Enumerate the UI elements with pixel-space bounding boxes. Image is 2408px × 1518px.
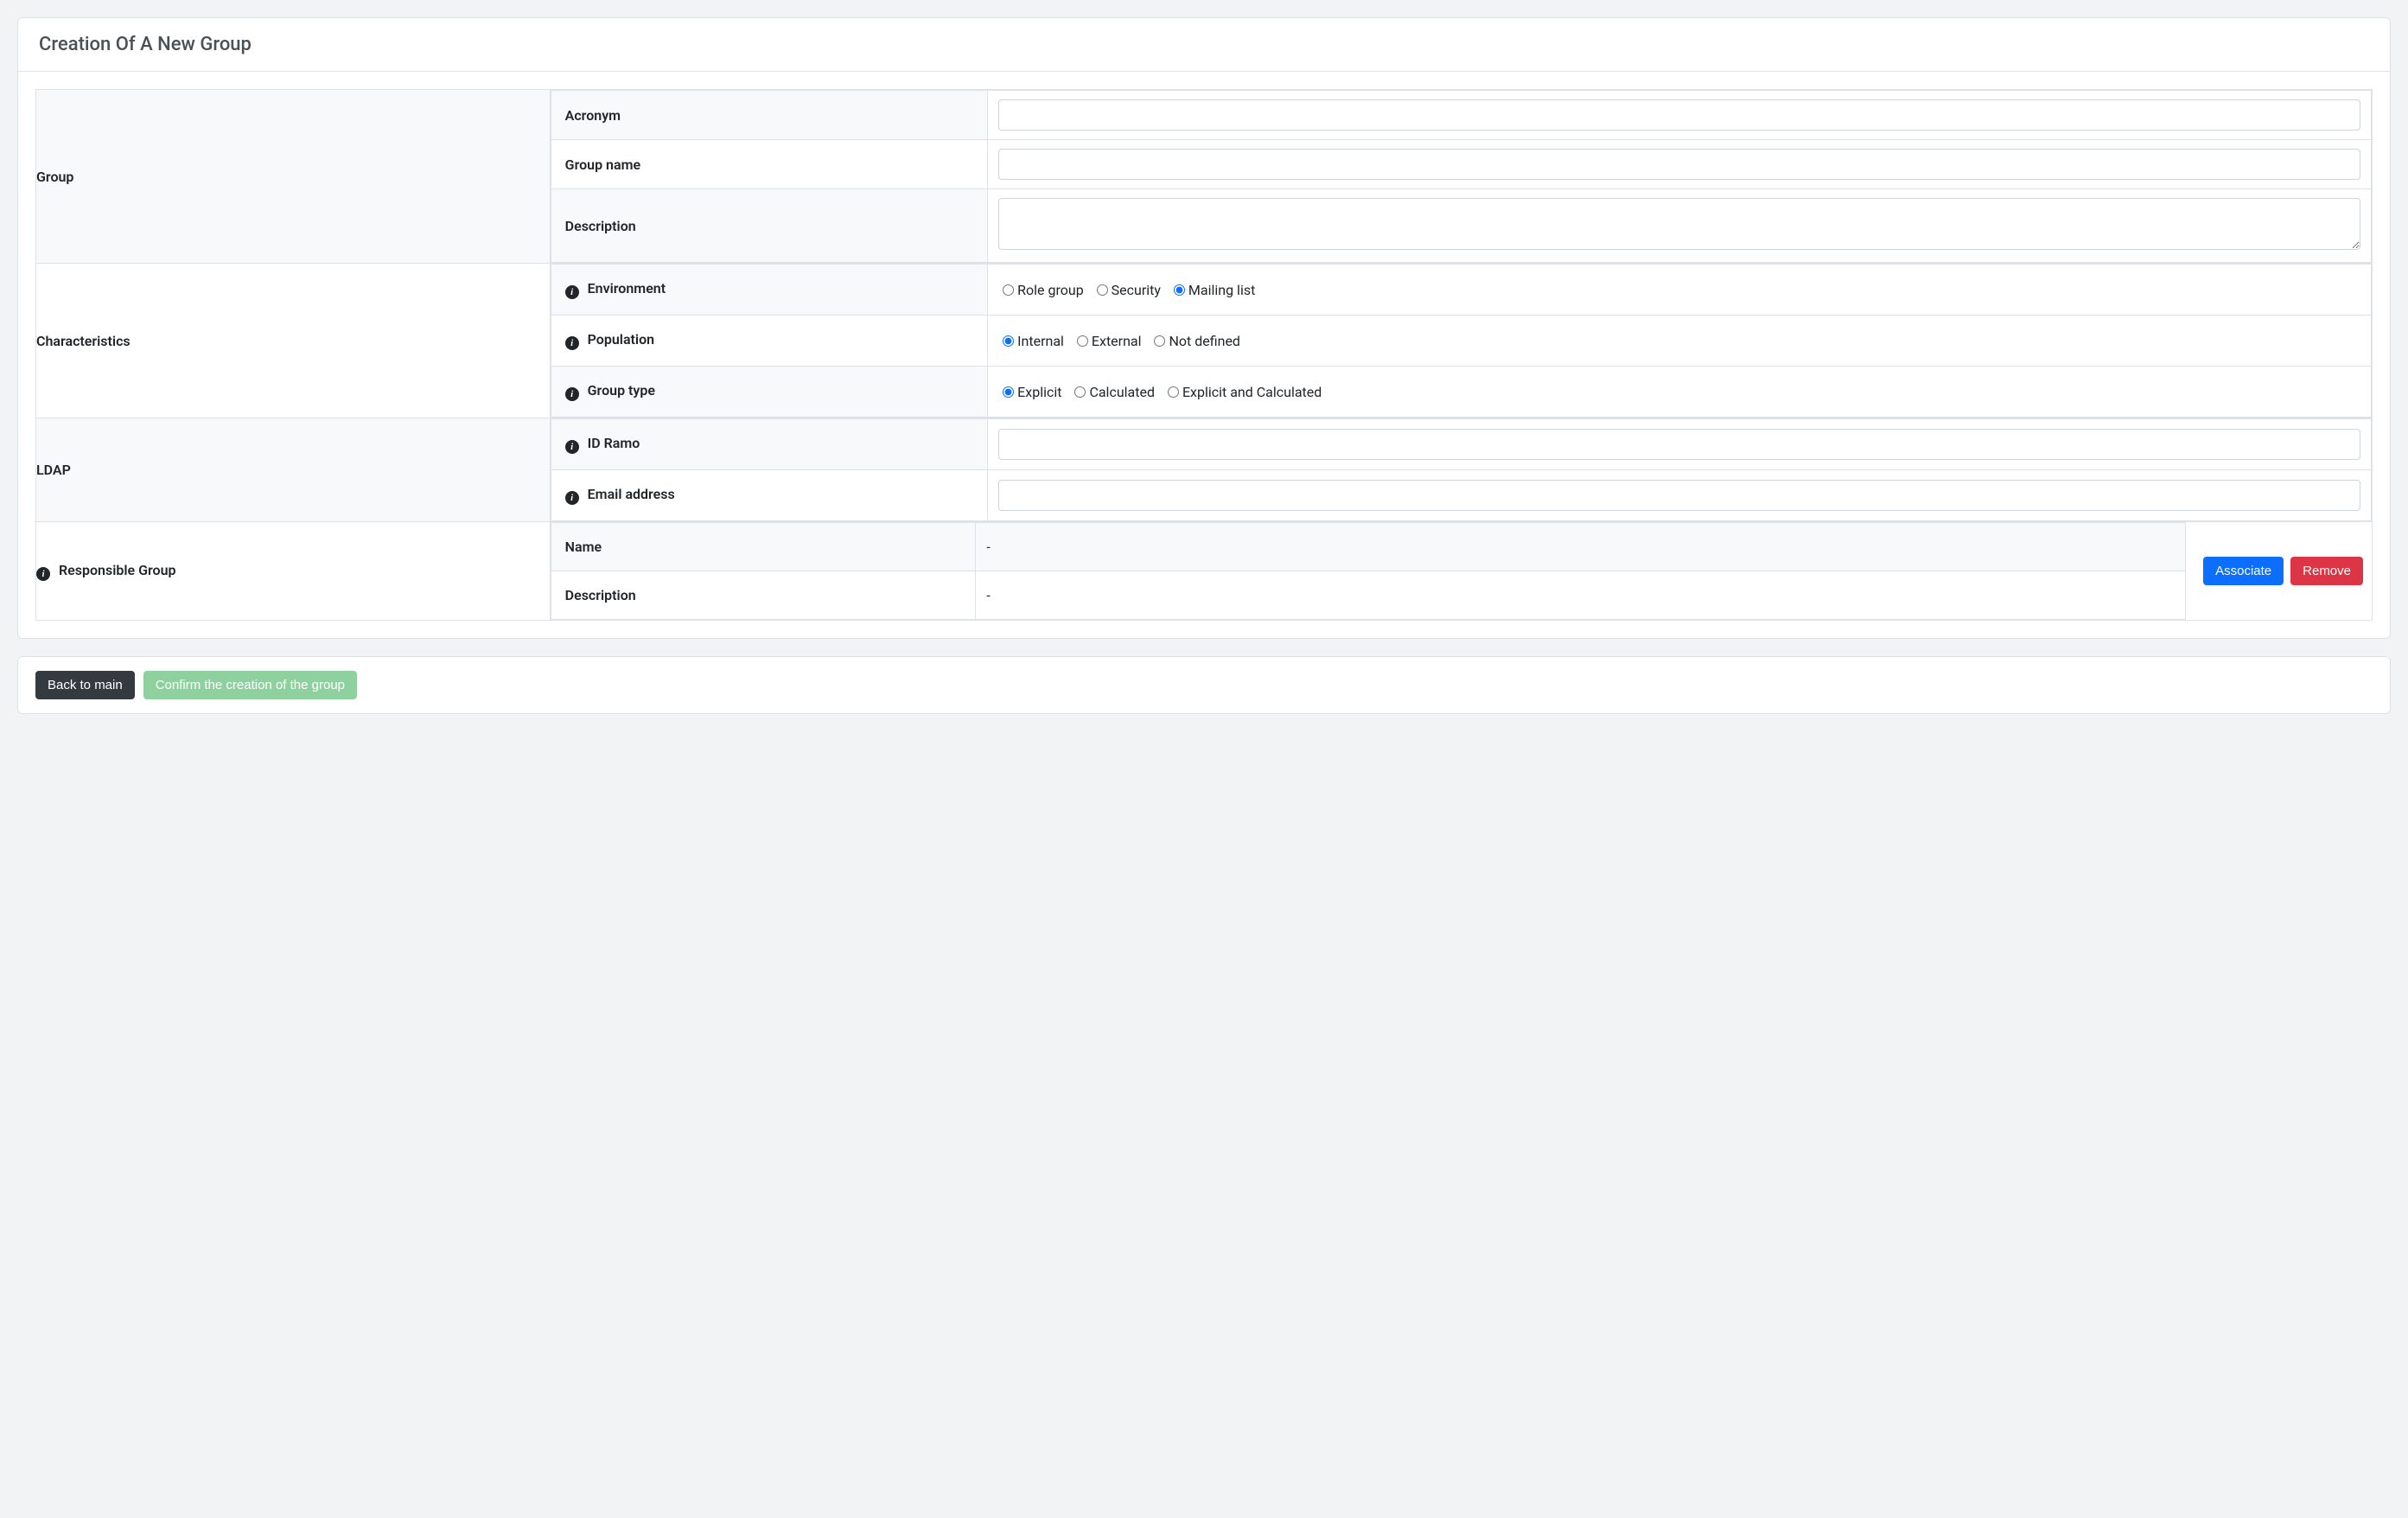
form-layout-table: Group Acronym G	[35, 89, 2373, 621]
population-external-label: External	[1092, 333, 1142, 349]
group-fields-table: Acronym Group name	[551, 90, 2372, 263]
group-type-calculated-label: Calculated	[1089, 384, 1155, 400]
description-label: Description	[551, 189, 988, 263]
group-type-both-radio[interactable]	[1168, 386, 1179, 398]
group-name-input[interactable]	[998, 149, 2360, 180]
id-ramo-label: ID Ramo	[588, 435, 640, 451]
description-textarea[interactable]	[998, 198, 2360, 250]
population-internal-label: Internal	[1017, 333, 1064, 349]
email-input[interactable]	[998, 480, 2360, 511]
environment-role-radio[interactable]	[1003, 284, 1014, 296]
population-internal-radio[interactable]	[1003, 335, 1014, 347]
footer-card: Back to main Confirm the creation of the…	[17, 656, 2391, 714]
acronym-input[interactable]	[998, 99, 2360, 131]
environment-mailing-radio[interactable]	[1174, 284, 1185, 296]
responsible-table: Name - Description -	[551, 522, 2186, 620]
responsible-name-value: -	[976, 523, 2186, 571]
confirm-button[interactable]: Confirm the creation of the group	[143, 671, 357, 699]
info-icon: i	[565, 336, 579, 350]
environment-security-label: Security	[1112, 282, 1161, 298]
group-name-label: Group name	[551, 140, 988, 189]
population-external-radio[interactable]	[1077, 335, 1088, 347]
responsible-name-label: Name	[551, 523, 976, 571]
responsible-desc-label: Description	[551, 571, 976, 620]
section-label-characteristics: Characteristics	[36, 264, 551, 418]
id-ramo-input[interactable]	[998, 429, 2360, 460]
info-icon: i	[565, 285, 579, 299]
environment-mailing-label: Mailing list	[1188, 282, 1255, 298]
page-title: Creation Of A New Group	[18, 18, 2390, 72]
population-notdefined-label: Not defined	[1169, 333, 1239, 349]
back-button[interactable]: Back to main	[35, 671, 135, 699]
environment-label: Environment	[588, 280, 666, 297]
section-label-responsible: Responsible Group	[59, 562, 176, 578]
email-label: Email address	[588, 486, 675, 502]
card-body: Group Acronym G	[18, 72, 2390, 638]
population-label: Population	[588, 331, 654, 348]
responsible-desc-value: -	[976, 571, 2186, 620]
population-radio-group: Internal External Not defined	[998, 333, 1245, 349]
ldap-table: i ID Ramo i	[551, 418, 2372, 521]
associate-button[interactable]: Associate	[2203, 557, 2284, 585]
section-label-group: Group	[36, 90, 551, 264]
environment-role-label: Role group	[1017, 282, 1084, 298]
characteristics-table: i Environment Role group Security Mailin…	[551, 264, 2372, 418]
acronym-label: Acronym	[551, 91, 988, 140]
group-type-label: Group type	[588, 382, 655, 399]
group-type-both-label: Explicit and Calculated	[1182, 384, 1322, 400]
info-icon: i	[36, 567, 50, 581]
section-label-ldap: LDAP	[36, 418, 551, 522]
group-type-explicit-radio[interactable]	[1003, 386, 1014, 398]
environment-radio-group: Role group Security Mailing list	[998, 282, 1260, 298]
info-icon: i	[565, 440, 579, 454]
group-type-calculated-radio[interactable]	[1074, 386, 1086, 398]
remove-button[interactable]: Remove	[2290, 557, 2363, 585]
population-notdefined-radio[interactable]	[1154, 335, 1165, 347]
info-icon: i	[565, 491, 579, 505]
group-type-radio-group: Explicit Calculated Explicit and Calcula…	[998, 384, 1327, 400]
environment-security-radio[interactable]	[1097, 284, 1108, 296]
main-card: Creation Of A New Group Group Acronym	[17, 17, 2391, 639]
info-icon: i	[565, 387, 579, 401]
group-type-explicit-label: Explicit	[1017, 384, 1061, 400]
